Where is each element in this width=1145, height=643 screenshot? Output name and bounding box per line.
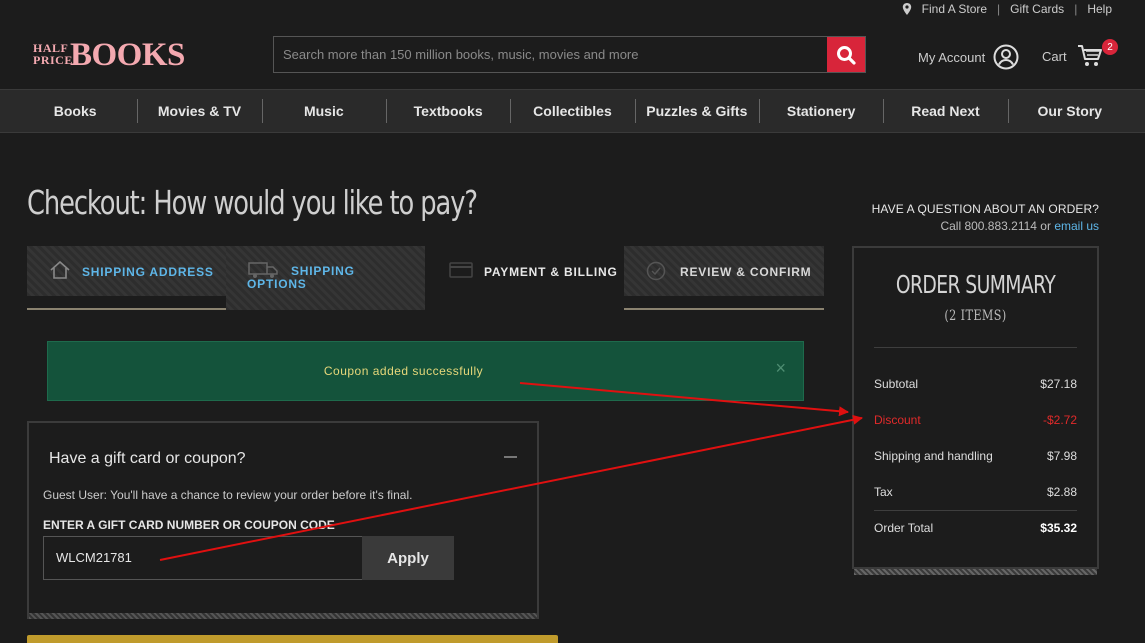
summary-bottom-stripe [854, 569, 1097, 575]
nav-item-textbooks[interactable]: Textbooks [385, 99, 510, 123]
step-label: SHIPPING OPTIONS [247, 264, 355, 291]
shipping-row: Shipping and handling $7.98 [874, 449, 1077, 463]
panel-bottom-stripe [29, 613, 537, 619]
subtotal-row: Subtotal $27.18 [874, 377, 1077, 391]
cart-icon [1077, 45, 1102, 66]
tax-row: Tax $2.88 [874, 485, 1077, 499]
step-review-confirm[interactable]: REVIEW & CONFIRM [624, 246, 824, 296]
search-button[interactable] [827, 37, 865, 72]
step-label: PAYMENT & BILLING [484, 265, 618, 279]
credit-card-icon [449, 262, 473, 278]
utility-bar: Find A Store | Gift Cards | Help [902, 2, 1112, 16]
gift-card-coupon-panel: Have a gift card or coupon? Guest User: … [27, 421, 539, 619]
total-row: Order Total $35.32 [874, 521, 1077, 535]
half-price-books-logo[interactable]: HALF PRICE BOOKS [33, 37, 185, 78]
search-icon [837, 45, 856, 65]
success-alert: Coupon added successfully × [47, 341, 804, 401]
guest-note: Guest User: You'll have a chance to revi… [43, 488, 413, 502]
order-summary: ORDER SUMMARY (2 ITEMS) Subtotal $27.18 D… [852, 246, 1099, 575]
search-bar [273, 36, 866, 73]
divider [874, 510, 1077, 511]
apply-button[interactable]: Apply [362, 536, 454, 580]
discount-row: Discount -$2.72 [874, 413, 1077, 427]
nav-item-puzzles-gifts[interactable]: Puzzles & Gifts [634, 99, 759, 123]
coupon-heading[interactable]: Have a gift card or coupon? [49, 450, 246, 468]
find-store-link[interactable]: Find A Store [922, 2, 987, 16]
email-us-link[interactable]: email us [1054, 219, 1099, 233]
home-icon [50, 261, 70, 279]
help-link[interactable]: Help [1087, 2, 1112, 16]
nav-item-stationery[interactable]: Stationery [758, 99, 883, 123]
user-icon [993, 44, 1019, 70]
cart-label: Cart [1042, 48, 1067, 64]
help-question: HAVE A QUESTION ABOUT AN ORDER? [871, 202, 1099, 216]
coupon-field-label: ENTER A GIFT CARD NUMBER OR COUPON CODE [43, 518, 335, 532]
nav-item-read-next[interactable]: Read Next [883, 99, 1007, 123]
step-label: SHIPPING ADDRESS [82, 265, 214, 279]
collapse-icon[interactable] [504, 456, 517, 458]
order-help: HAVE A QUESTION ABOUT AN ORDER? Call 800… [872, 202, 1099, 233]
divider [874, 347, 1077, 348]
item-count: (2 ITEMS) [944, 308, 1007, 324]
logo-big-text: BOOKS [70, 37, 185, 73]
nav-item-our-story[interactable]: Our Story [1007, 99, 1132, 123]
coupon-code-input[interactable]: WLCM21781 [43, 536, 363, 580]
separator: | [997, 2, 1001, 16]
help-phone: Call 800.883.2114 or [940, 219, 1051, 233]
nav-item-books[interactable]: Books [13, 99, 137, 123]
nav-item-movies-tv[interactable]: Movies & TV [137, 99, 261, 123]
map-pin-icon [902, 3, 911, 15]
search-input[interactable] [274, 37, 827, 72]
step-payment-billing[interactable]: PAYMENT & BILLING [425, 246, 624, 310]
separator: | [1074, 2, 1078, 16]
logo-small-text: HALF PRICE [33, 41, 73, 67]
step-shipping-address[interactable]: SHIPPING ADDRESS [27, 246, 226, 296]
my-account-label: My Account [918, 49, 986, 65]
close-icon[interactable]: × [775, 358, 786, 379]
nav-item-music[interactable]: Music [261, 99, 386, 123]
cart-count-badge: 2 [1102, 39, 1118, 55]
page-title: Checkout: How would you like to pay? [27, 183, 478, 222]
step-shipping-options[interactable]: SHIPPING OPTIONS [226, 246, 425, 310]
check-circle-icon [646, 261, 666, 281]
step-label: REVIEW & CONFIRM [680, 265, 812, 279]
my-account-link[interactable]: My Account [918, 44, 1019, 70]
cart-link[interactable]: Cart 2 [1042, 39, 1118, 68]
main-nav: Books Movies & TV Music Textbooks Collec… [0, 89, 1145, 133]
alert-message: Coupon added successfully [323, 364, 484, 378]
nav-item-collectibles[interactable]: Collectibles [510, 99, 634, 123]
continue-button[interactable] [27, 635, 558, 643]
gift-cards-link[interactable]: Gift Cards [1010, 2, 1064, 16]
order-summary-title: ORDER SUMMARY [895, 270, 1056, 299]
checkout-steps: SHIPPING ADDRESS SHIPPING OPTIONS PAYMEN… [27, 246, 824, 310]
